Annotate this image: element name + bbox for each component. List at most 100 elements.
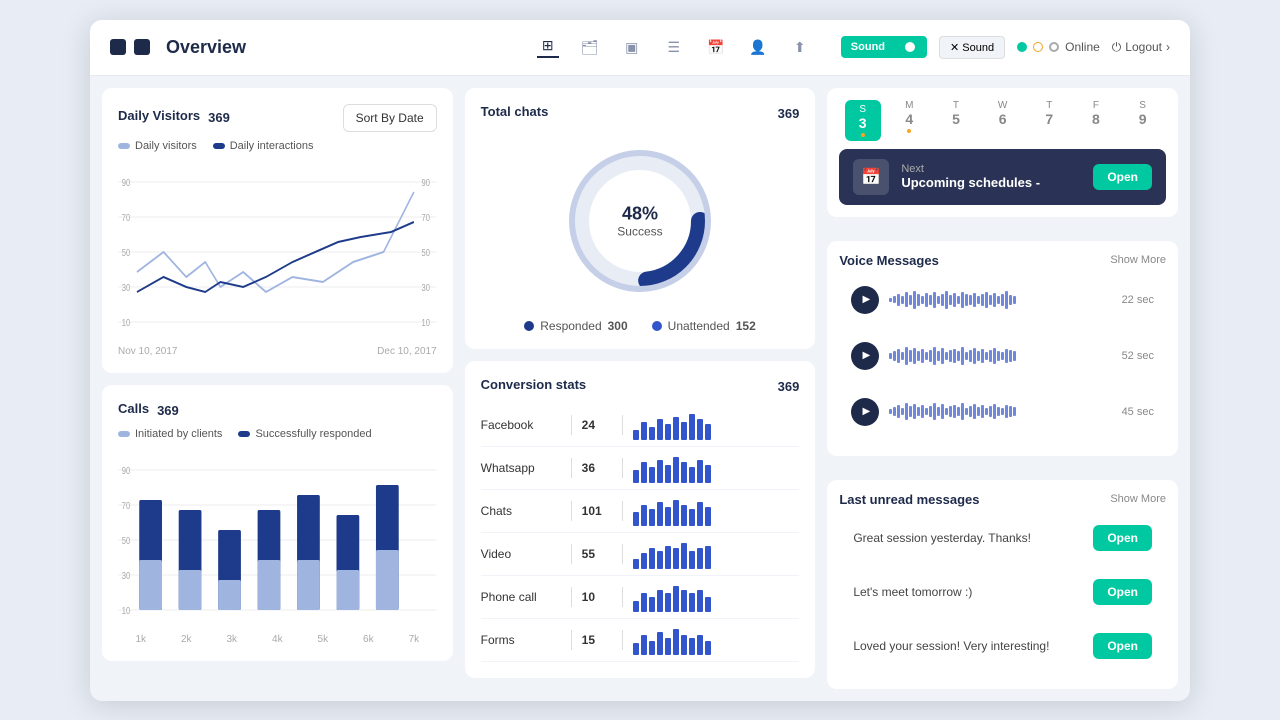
nav-icons: ⊞ 🗂 ▣ ☰ 📅 👤 ⬆ — [537, 36, 811, 58]
top-right: Sound ✕ Sound Online ⏻ Logout › — [841, 36, 1170, 59]
sort-by-date-btn[interactable]: Sort By Date — [343, 104, 437, 132]
voice-duration-0: 22 sec — [1122, 294, 1154, 306]
voice-message-0: ▶ 22 sec — [839, 276, 1166, 324]
calls-title: Calls — [118, 401, 149, 416]
play-btn-1[interactable]: ▶ — [851, 342, 879, 370]
last-unread-header: Last unread messages Show More — [839, 492, 1166, 507]
conv-row-1: Whatsapp 36 — [481, 447, 800, 490]
calendar-day-4[interactable]: M4 — [891, 100, 927, 141]
conversion-rows: Facebook 24 Whatsapp 36 Chats 101 Video … — [481, 404, 800, 662]
responded-dot — [524, 321, 534, 331]
nav-video-icon[interactable]: ▣ — [621, 36, 643, 58]
status-dot-yellow — [1033, 42, 1043, 52]
total-chats-title: Total chats — [481, 104, 549, 119]
status-dot-gray — [1049, 42, 1059, 52]
x-sound-btn[interactable]: ✕ Sound — [939, 36, 1005, 59]
donut-label: 48% Success — [617, 203, 662, 238]
nav-folder-icon[interactable]: 🗂 — [579, 36, 601, 58]
calendar-day-7[interactable]: T7 — [1031, 100, 1067, 141]
legend-initiated-dot — [118, 431, 130, 437]
nav-calendar-icon[interactable]: 📅 — [705, 36, 727, 58]
calls-card: Calls 369 Initiated by clients Successfu… — [102, 385, 453, 661]
schedule-text: Next Upcoming schedules - — [901, 163, 1081, 190]
daily-visitors-count: 369 — [208, 110, 230, 125]
conversion-stats-count: 369 — [778, 379, 800, 394]
legend-visitors-dot — [118, 143, 130, 149]
middle-column: Total chats 369 48% Success — [465, 88, 816, 689]
left-column: Daily Visitors 369 Sort By Date Daily vi… — [102, 88, 453, 689]
conv-row-2: Chats 101 — [481, 490, 800, 533]
voice-messages-card: Voice Messages Show More ▶ 22 sec ▶ 52 s… — [827, 241, 1178, 456]
nav-list-icon[interactable]: ☰ — [663, 36, 685, 58]
unread-text-1: Let's meet tomorrow :) — [853, 585, 972, 599]
conv-row-5: Forms 15 — [481, 619, 800, 662]
schedule-icon: 📅 — [853, 159, 889, 195]
svg-text:90: 90 — [421, 176, 429, 187]
unread-show-more[interactable]: Show More — [1110, 493, 1166, 505]
voice-message-2: ▶ 45 sec — [839, 388, 1166, 436]
legend-interactions: Daily interactions — [213, 140, 314, 152]
svg-text:10: 10 — [122, 316, 130, 327]
calendar-day-6[interactable]: W6 — [985, 100, 1021, 141]
legend-interactions-dot — [213, 143, 225, 149]
play-btn-0[interactable]: ▶ — [851, 286, 879, 314]
last-unread-card: Last unread messages Show More Great ses… — [827, 480, 1178, 689]
voice-show-more[interactable]: Show More — [1110, 254, 1166, 266]
unread-open-btn-2[interactable]: Open — [1093, 633, 1152, 659]
conv-row-0: Facebook 24 — [481, 404, 800, 447]
conversion-stats-title: Conversion stats — [481, 377, 586, 392]
calendar-day-3[interactable]: S3 — [845, 100, 881, 141]
line-chart: 90 70 50 30 10 90 70 50 30 10 — [118, 162, 437, 342]
unattended-item: Unattended 152 — [652, 319, 756, 333]
window-control-2[interactable] — [134, 39, 150, 55]
sound-toggle-switch[interactable] — [889, 40, 917, 54]
app-title: Overview — [166, 37, 246, 58]
unread-open-btn-0[interactable]: Open — [1093, 525, 1152, 551]
chart-dates: Nov 10, 2017 Dec 10, 2017 — [118, 346, 437, 357]
daily-visitors-card: Daily Visitors 369 Sort By Date Daily vi… — [102, 88, 453, 373]
conv-row-4: Phone call 10 — [481, 576, 800, 619]
donut-chart: 48% Success — [560, 141, 720, 301]
conv-row-3: Video 55 — [481, 533, 800, 576]
unread-text-0: Great session yesterday. Thanks! — [853, 531, 1031, 545]
play-btn-2[interactable]: ▶ — [851, 398, 879, 426]
status-dot-green — [1017, 42, 1027, 52]
window-controls — [110, 39, 150, 55]
svg-text:30: 30 — [122, 281, 130, 292]
unread-message-0: Great session yesterday. Thanks! Open — [839, 515, 1166, 561]
svg-text:50: 50 — [122, 246, 130, 257]
svg-text:10: 10 — [122, 604, 130, 615]
unread-text-2: Loved your session! Very interesting! — [853, 639, 1049, 653]
calendar-day-8[interactable]: F8 — [1078, 100, 1114, 141]
responded-item: Responded 300 — [524, 319, 627, 333]
voice-message-1: ▶ 52 sec — [839, 332, 1166, 380]
svg-text:50: 50 — [421, 246, 429, 257]
online-label: Online — [1065, 40, 1100, 54]
calls-legend: Initiated by clients Successfully respon… — [118, 428, 437, 440]
unread-open-btn-1[interactable]: Open — [1093, 579, 1152, 605]
svg-text:30: 30 — [122, 569, 130, 580]
responded-row: Responded 300 Unattended 152 — [524, 319, 756, 333]
svg-text:90: 90 — [122, 464, 130, 475]
window-control-1[interactable] — [110, 39, 126, 55]
voice-duration-1: 52 sec — [1122, 350, 1154, 362]
schedule-card: 📅 Next Upcoming schedules - Open — [839, 149, 1166, 205]
top-bar: Overview ⊞ 🗂 ▣ ☰ 📅 👤 ⬆ Sound ✕ Sound Onl… — [90, 20, 1190, 76]
unread-message-1: Let's meet tomorrow :) Open — [839, 569, 1166, 615]
waveform-2 — [889, 398, 1111, 426]
logout-btn[interactable]: ⏻ Logout › — [1112, 40, 1170, 55]
unread-messages-list: Great session yesterday. Thanks! Open Le… — [839, 515, 1166, 669]
schedule-open-btn[interactable]: Open — [1093, 164, 1152, 190]
svg-text:70: 70 — [122, 211, 130, 222]
bar-chart-labels: 1k 2k 3k 4k 5k 6k 7k — [118, 634, 437, 645]
svg-text:10: 10 — [421, 316, 429, 327]
calendar-day-5[interactable]: T5 — [938, 100, 974, 141]
unattended-dot — [652, 321, 662, 331]
nav-upload-icon[interactable]: ⬆ — [789, 36, 811, 58]
calendar-day-9[interactable]: S9 — [1125, 100, 1161, 141]
sound-toggle-btn[interactable]: Sound — [841, 36, 927, 58]
nav-user-icon[interactable]: 👤 — [747, 36, 769, 58]
voice-messages-title: Voice Messages — [839, 253, 938, 268]
nav-grid-icon[interactable]: ⊞ — [537, 36, 559, 58]
waveform-0 — [889, 286, 1111, 314]
